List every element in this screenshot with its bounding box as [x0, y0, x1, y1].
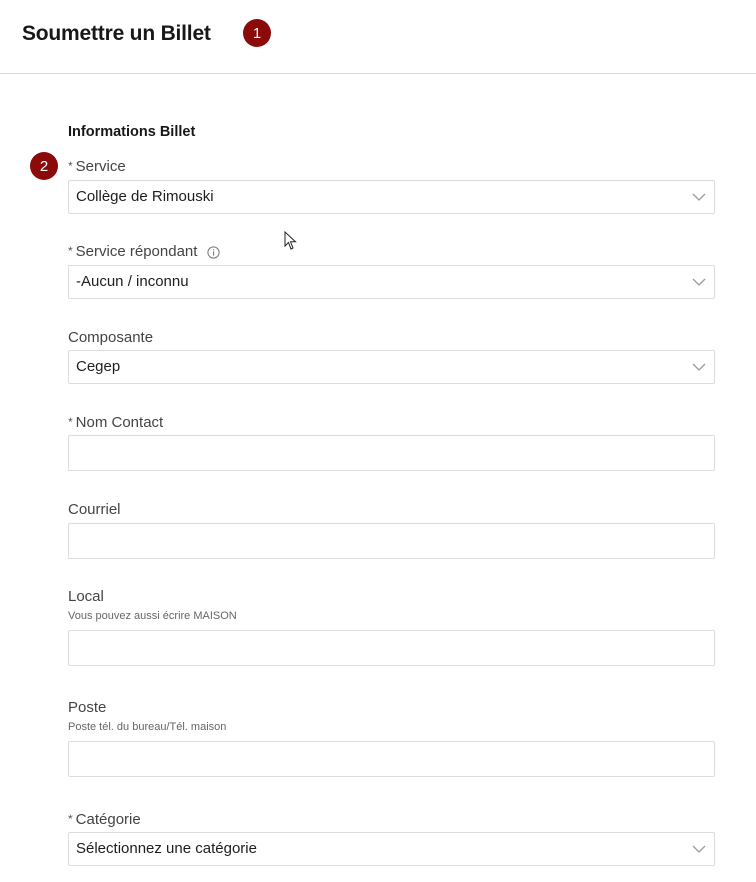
service-label: * Service	[68, 157, 715, 177]
composante-label: Composante	[68, 328, 715, 348]
service-repondant-select[interactable]: -Aucun / inconnu	[68, 265, 715, 299]
composante-select-value: Cegep	[76, 358, 121, 375]
categorie-select[interactable]: Sélectionnez une catégorie	[68, 832, 715, 866]
required-marker: *	[68, 415, 73, 429]
categorie-label: * Catégorie	[68, 810, 715, 830]
info-icon[interactable]	[207, 245, 221, 259]
nom-contact-input[interactable]	[68, 435, 715, 471]
poste-help-text: Poste tél. du bureau/Tél. maison	[68, 721, 227, 733]
composante-label-text: Composante	[68, 329, 154, 346]
section-title: Informations Billet	[68, 124, 196, 140]
page-title: Soumettre un Billet	[22, 22, 211, 45]
courriel-input[interactable]	[68, 523, 715, 559]
page-header: Soumettre un Billet 1	[0, 0, 756, 74]
service-repondant-select-value: -Aucun / inconnu	[76, 273, 189, 290]
required-marker: *	[68, 159, 73, 173]
categorie-field: * Catégorie Sélectionnez une catégorie	[68, 810, 715, 866]
local-field: Local Vous pouvez aussi écrire MAISON	[68, 587, 715, 666]
service-label-text: Service	[75, 158, 126, 175]
courriel-label: Courriel	[68, 500, 715, 520]
chevron-down-icon	[692, 845, 706, 853]
mouse-cursor-icon	[284, 231, 297, 250]
service-field: * Service Collège de Rimouski	[68, 157, 715, 214]
poste-input[interactable]	[68, 741, 715, 777]
nom-contact-field: * Nom Contact	[68, 413, 715, 471]
step-badge-1: 1	[243, 19, 271, 47]
courriel-label-text: Courriel	[68, 501, 121, 518]
required-marker: *	[68, 244, 73, 258]
nom-contact-label: * Nom Contact	[68, 413, 715, 433]
local-input[interactable]	[68, 630, 715, 666]
nom-contact-label-text: Nom Contact	[75, 414, 164, 431]
chevron-down-icon	[692, 278, 706, 286]
chevron-down-icon	[692, 193, 706, 201]
service-select[interactable]: Collège de Rimouski	[68, 180, 715, 214]
local-help-text: Vous pouvez aussi écrire MAISON	[68, 610, 237, 622]
step-badge-2: 2	[30, 152, 58, 180]
poste-label: Poste	[68, 698, 715, 718]
categorie-select-value: Sélectionnez une catégorie	[76, 840, 257, 857]
chevron-down-icon	[692, 363, 706, 371]
categorie-label-text: Catégorie	[75, 811, 141, 828]
poste-field: Poste Poste tél. du bureau/Tél. maison	[68, 698, 715, 777]
composante-field: Composante Cegep	[68, 328, 715, 384]
poste-label-text: Poste	[68, 699, 107, 716]
local-label: Local	[68, 587, 715, 607]
courriel-field: Courriel	[68, 500, 715, 559]
composante-select[interactable]: Cegep	[68, 350, 715, 384]
service-repondant-field: * Service répondant -Aucun / inconnu	[68, 242, 715, 299]
service-repondant-label-text: Service répondant	[75, 243, 198, 260]
service-repondant-label: * Service répondant	[68, 242, 715, 262]
required-marker: *	[68, 812, 73, 826]
local-label-text: Local	[68, 588, 104, 605]
service-select-value: Collège de Rimouski	[76, 188, 214, 205]
